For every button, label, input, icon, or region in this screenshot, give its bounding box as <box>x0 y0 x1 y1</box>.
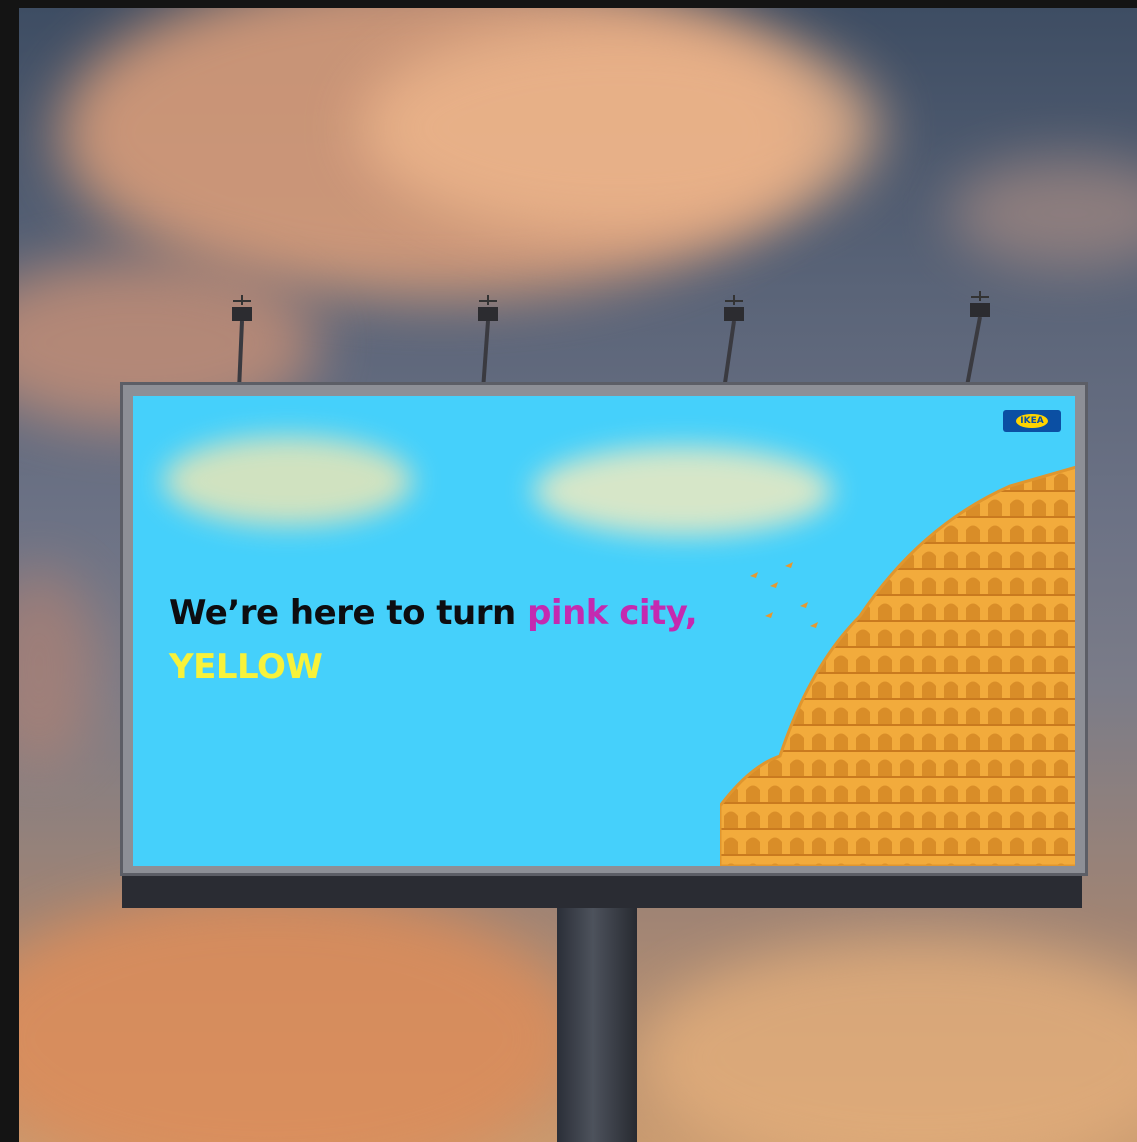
spotlight-lamp <box>965 291 990 386</box>
billboard-ad: IKEA We’re here to turn pink city, YELLO… <box>133 396 1075 866</box>
spotlight-lamp <box>722 295 744 390</box>
ikea-logo-text: IKEA <box>1016 414 1048 428</box>
headline-pink-city: pink city, <box>527 593 698 633</box>
sky-cloud <box>359 18 879 238</box>
spotlight-lamp <box>232 295 252 390</box>
spotlight-lamp <box>478 295 498 390</box>
bird-flock <box>750 562 818 628</box>
headline-yellow: YELLOW <box>169 647 323 687</box>
billboard-pole <box>557 903 637 1142</box>
sky-background: IKEA We’re here to turn pink city, YELLO… <box>19 8 1137 1142</box>
sky-cloud <box>639 938 1137 1142</box>
hawa-mahal-illustration <box>720 466 1075 866</box>
sky-cloud <box>19 888 579 1142</box>
ikea-logo: IKEA <box>1003 410 1061 432</box>
ad-headline: We’re here to turn pink city, YELLOW <box>169 586 698 694</box>
headline-text: We’re here to turn <box>169 593 528 633</box>
sky-cloud <box>19 568 99 768</box>
ad-cloud <box>163 436 413 526</box>
sky-cloud <box>949 158 1137 268</box>
